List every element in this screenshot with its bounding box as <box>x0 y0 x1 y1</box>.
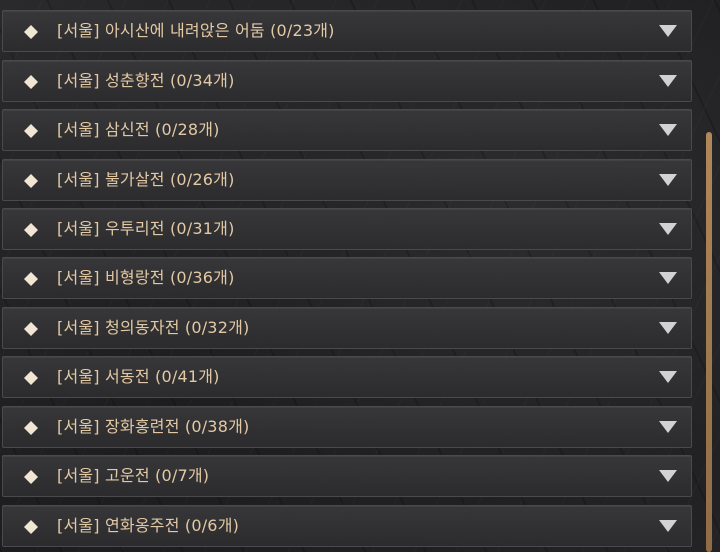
triangle-down-icon[interactable] <box>659 25 677 37</box>
triangle-down-icon[interactable] <box>659 421 677 433</box>
scrollbar-thumb[interactable] <box>706 132 712 552</box>
quest-category-row[interactable]: [서울] 연화옹주전 (0/6개) <box>2 505 692 547</box>
diamond-icon <box>24 75 38 89</box>
quest-category-row[interactable]: [서울] 아시산에 내려앉은 어둠 (0/23개) <box>2 10 692 52</box>
quest-category-label: [서울] 비형랑전 (0/36개) <box>57 268 235 287</box>
quest-category-row[interactable]: [서울] 장화홍련전 (0/38개) <box>2 406 692 448</box>
list-scrollbar[interactable] <box>704 0 714 552</box>
triangle-down-icon[interactable] <box>659 272 677 284</box>
quest-category-label: [서울] 연화옹주전 (0/6개) <box>57 516 240 535</box>
triangle-down-icon[interactable] <box>659 371 677 383</box>
triangle-down-icon[interactable] <box>659 174 677 186</box>
quest-category-label: [서울] 장화홍련전 (0/38개) <box>57 417 250 436</box>
quest-category-label: [서울] 삼신전 (0/28개) <box>57 120 220 139</box>
quest-category-row[interactable]: [서울] 삼신전 (0/28개) <box>2 109 692 151</box>
triangle-down-icon[interactable] <box>659 75 677 87</box>
quest-category-row[interactable]: [서울] 우투리전 (0/31개) <box>2 208 692 250</box>
quest-category-label: [서울] 서동전 (0/41개) <box>57 367 220 386</box>
quest-category-row[interactable]: [서울] 비형랑전 (0/36개) <box>2 257 692 299</box>
quest-category-label: [서울] 불가살전 (0/26개) <box>57 170 235 189</box>
quest-category-list: [서울] 아시산에 내려앉은 어둠 (0/23개) [서울] 성춘향전 (0/3… <box>0 0 694 552</box>
quest-category-row[interactable]: [서울] 서동전 (0/41개) <box>2 356 692 398</box>
diamond-icon <box>24 371 38 385</box>
quest-category-label: [서울] 성춘향전 (0/34개) <box>57 71 235 90</box>
quest-category-label: [서울] 고운전 (0/7개) <box>57 466 210 485</box>
diamond-icon <box>24 322 38 336</box>
diamond-icon <box>24 470 38 484</box>
triangle-down-icon[interactable] <box>659 124 677 136</box>
quest-category-label: [서울] 아시산에 내려앉은 어둠 (0/23개) <box>57 21 335 40</box>
triangle-down-icon[interactable] <box>659 223 677 235</box>
diamond-icon <box>24 272 38 286</box>
quest-category-row[interactable]: [서울] 청의동자전 (0/32개) <box>2 307 692 349</box>
quest-category-row[interactable]: [서울] 불가살전 (0/26개) <box>2 159 692 201</box>
diamond-icon <box>24 174 38 188</box>
diamond-icon <box>24 520 38 534</box>
diamond-icon <box>24 124 38 138</box>
triangle-down-icon[interactable] <box>659 520 677 532</box>
quest-category-row[interactable]: [서울] 성춘향전 (0/34개) <box>2 60 692 102</box>
quest-category-row[interactable]: [서울] 고운전 (0/7개) <box>2 455 692 497</box>
triangle-down-icon[interactable] <box>659 470 677 482</box>
triangle-down-icon[interactable] <box>659 322 677 334</box>
diamond-icon <box>24 223 38 237</box>
diamond-icon <box>24 421 38 435</box>
diamond-icon <box>24 25 38 39</box>
quest-category-label: [서울] 청의동자전 (0/32개) <box>57 318 250 337</box>
quest-category-label: [서울] 우투리전 (0/31개) <box>57 219 235 238</box>
